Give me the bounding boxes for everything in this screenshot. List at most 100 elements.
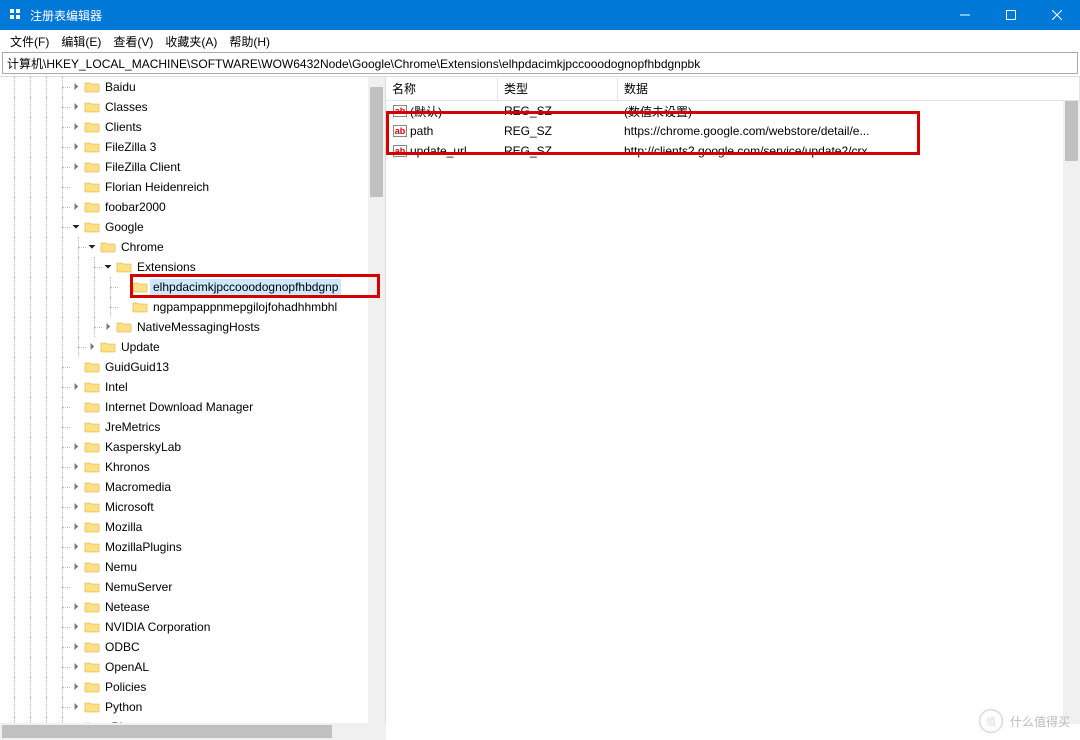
column-type[interactable]: 类型: [498, 77, 618, 100]
chevron-right-icon[interactable]: ⏵: [102, 322, 114, 333]
svg-text:值: 值: [986, 715, 996, 728]
chevron-right-icon[interactable]: ⏵: [70, 702, 82, 713]
list-scrollbar[interactable]: [1063, 101, 1080, 724]
tree-item[interactable]: ⏵Baidu: [0, 77, 385, 97]
tree-item[interactable]: ⏵Intel: [0, 377, 385, 397]
folder-icon: [84, 80, 100, 94]
chevron-right-icon[interactable]: ⏵: [86, 342, 98, 353]
tree-item[interactable]: ⏵MozillaPlugins: [0, 537, 385, 557]
scroll-thumb-h[interactable]: [2, 725, 332, 738]
tree-item-label: Mozilla: [102, 519, 145, 535]
menu-favorites[interactable]: 收藏夹(A): [159, 31, 223, 52]
folder-icon: [84, 380, 100, 394]
chevron-down-icon[interactable]: ⏷: [70, 222, 82, 233]
tree-item-label: Florian Heidenreich: [102, 179, 212, 195]
tree-item[interactable]: elhpdacimkjpccooodognopfhbdgnp: [0, 277, 385, 297]
watermark: 值 什么值得买: [978, 708, 1070, 734]
chevron-right-icon[interactable]: ⏵: [70, 642, 82, 653]
tree-item[interactable]: ⏵ Nemu: [0, 557, 385, 577]
close-button[interactable]: [1034, 0, 1080, 30]
tree-item[interactable]: ⏵ OpenAL: [0, 657, 385, 677]
folder-icon: [84, 560, 100, 574]
list-row[interactable]: abupdate_urlREG_SZhttp://clients2.google…: [386, 141, 1080, 161]
folder-icon: [84, 440, 100, 454]
tree-item[interactable]: JreMetrics: [0, 417, 385, 437]
chevron-right-icon[interactable]: ⏵: [70, 122, 82, 133]
tree-item[interactable]: GuidGuid13: [0, 357, 385, 377]
tree-item[interactable]: Florian Heidenreich: [0, 177, 385, 197]
string-value-icon: ab: [392, 124, 408, 138]
chevron-right-icon[interactable]: ⏵: [70, 102, 82, 113]
chevron-right-icon[interactable]: ⏵: [70, 622, 82, 633]
chevron-right-icon[interactable]: ⏵: [70, 502, 82, 513]
menu-view[interactable]: 查看(V): [107, 31, 159, 52]
tree-item[interactable]: ⏵ Clients: [0, 117, 385, 137]
list-row[interactable]: abpathREG_SZhttps://chrome.google.com/we…: [386, 121, 1080, 141]
tree-item[interactable]: ⏵foobar2000: [0, 197, 385, 217]
tree-item[interactable]: ⏵Khronos: [0, 457, 385, 477]
tree-item[interactable]: ⏷Google: [0, 217, 385, 237]
tree-item-label: Chrome: [118, 239, 167, 255]
chevron-right-icon[interactable]: ⏵: [70, 202, 82, 213]
chevron-down-icon[interactable]: ⏷: [86, 242, 98, 253]
folder-icon: [84, 540, 100, 554]
chevron-right-icon[interactable]: ⏵: [70, 82, 82, 93]
tree-item-label: OpenAL: [102, 659, 152, 675]
menu-help[interactable]: 帮助(H): [223, 31, 276, 52]
menu-edit[interactable]: 编辑(E): [55, 31, 107, 52]
tree-scrollbar[interactable]: [368, 77, 385, 724]
list-scroll-thumb[interactable]: [1065, 101, 1078, 161]
chevron-down-icon[interactable]: ⏷: [102, 262, 114, 273]
chevron-right-icon[interactable]: ⏵: [70, 522, 82, 533]
tree-item[interactable]: ⏷Extensions: [0, 257, 385, 277]
value-list[interactable]: 名称 类型 数据 ab(默认)REG_SZ(数值未设置)abpathREG_SZ…: [386, 77, 1080, 724]
list-row[interactable]: ab(默认)REG_SZ(数值未设置): [386, 101, 1080, 121]
tree-item[interactable]: ⏵Macromedia: [0, 477, 385, 497]
folder-icon: [84, 600, 100, 614]
folder-icon: [84, 420, 100, 434]
chevron-right-icon[interactable]: ⏵: [70, 462, 82, 473]
scroll-thumb[interactable]: [370, 87, 383, 197]
chevron-right-icon[interactable]: ⏵: [70, 602, 82, 613]
tree-item[interactable]: ⏵FileZilla 3: [0, 137, 385, 157]
chevron-right-icon[interactable]: ⏵: [70, 162, 82, 173]
chevron-right-icon[interactable]: ⏵: [70, 382, 82, 393]
key-tree[interactable]: ⏵Baidu⏵Classes⏵Clients⏵FileZilla 3⏵FileZ…: [0, 77, 386, 724]
tree-item-label: Microsoft: [102, 499, 157, 515]
tree-item[interactable]: ⏵NativeMessagingHosts: [0, 317, 385, 337]
tree-item-label: Nemu: [102, 559, 140, 575]
tree-item[interactable]: ⏵FileZilla Client: [0, 157, 385, 177]
column-data[interactable]: 数据: [618, 77, 1080, 100]
tree-item[interactable]: ⏵Python: [0, 697, 385, 717]
tree-item[interactable]: ⏵ODBC: [0, 637, 385, 657]
maximize-button[interactable]: [988, 0, 1034, 30]
tree-item[interactable]: ⏵ Mozilla: [0, 517, 385, 537]
tree-item[interactable]: Internet Download Manager: [0, 397, 385, 417]
menu-file[interactable]: 文件(F): [4, 31, 55, 52]
column-name[interactable]: 名称: [386, 77, 498, 100]
chevron-right-icon[interactable]: ⏵: [70, 662, 82, 673]
chevron-right-icon[interactable]: ⏵: [70, 542, 82, 553]
chevron-right-icon[interactable]: ⏵: [70, 442, 82, 453]
tree-item[interactable]: ⏵Netease: [0, 597, 385, 617]
tree-item[interactable]: ⏵ Microsoft: [0, 497, 385, 517]
minimize-button[interactable]: [942, 0, 988, 30]
tree-item[interactable]: ngpampappnmepgilojfohadhhmbhl: [0, 297, 385, 317]
chevron-right-icon[interactable]: ⏵: [70, 482, 82, 493]
tree-item[interactable]: ⏵Classes: [0, 97, 385, 117]
chevron-right-icon[interactable]: ⏵: [70, 682, 82, 693]
tree-item[interactable]: ⏵Update: [0, 337, 385, 357]
chevron-right-icon[interactable]: ⏵: [70, 562, 82, 573]
tree-item-label: Clients: [102, 119, 145, 135]
tree-item[interactable]: ⏷ Chrome: [0, 237, 385, 257]
tree-item[interactable]: ⏵NVIDIA Corporation: [0, 617, 385, 637]
tree-scrollbar-h[interactable]: [0, 723, 386, 740]
tree-item[interactable]: ⏵KasperskyLab: [0, 437, 385, 457]
chevron-right-icon[interactable]: ⏵: [70, 142, 82, 153]
folder-icon: [84, 680, 100, 694]
address-bar[interactable]: 计算机\HKEY_LOCAL_MACHINE\SOFTWARE\WOW6432N…: [2, 52, 1078, 74]
titlebar[interactable]: 注册表编辑器: [0, 0, 1080, 30]
tree-item[interactable]: NemuServer: [0, 577, 385, 597]
tree-item[interactable]: ⏵Policies: [0, 677, 385, 697]
tree-item-label: NemuServer: [102, 579, 175, 595]
